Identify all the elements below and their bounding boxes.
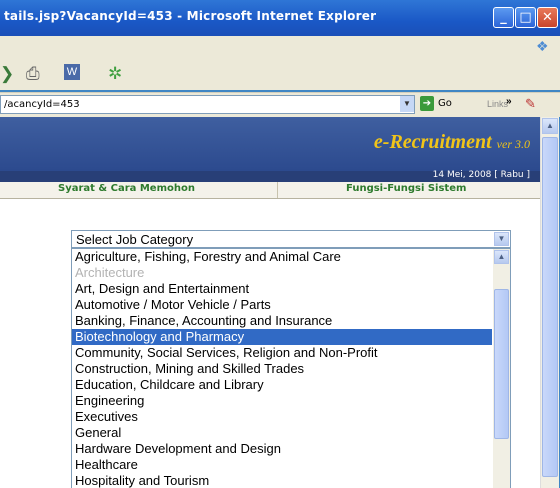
- scroll-up-icon[interactable]: ▲: [542, 118, 558, 134]
- job-category-select[interactable]: Select Job Category ▼: [71, 230, 511, 248]
- go-button[interactable]: Go: [438, 98, 452, 109]
- links-label[interactable]: Links: [487, 99, 508, 109]
- list-item[interactable]: Hardware Development and Design: [72, 441, 492, 457]
- site-title: e-Recruitment ver 3.0: [374, 131, 530, 154]
- list-item[interactable]: General: [72, 425, 492, 441]
- list-item[interactable]: Automotive / Motor Vehicle / Parts: [72, 297, 492, 313]
- maximize-button[interactable]: □: [515, 7, 536, 28]
- nav-syarat-link[interactable]: Syarat & Cara Memohon: [58, 183, 195, 194]
- links-more-icon[interactable]: »: [506, 96, 512, 107]
- page-content: e-Recruitment ver 3.0 14 Mei, 2008 [ Rab…: [0, 117, 540, 488]
- page-scroll-thumb[interactable]: [542, 137, 558, 477]
- list-item[interactable]: Banking, Finance, Accounting and Insuran…: [72, 313, 492, 329]
- close-button[interactable]: ✕: [537, 7, 558, 28]
- close-icon: ✕: [542, 10, 553, 25]
- list-scroll-thumb[interactable]: [494, 289, 509, 439]
- messenger-icon[interactable]: ✲: [108, 64, 122, 84]
- go-arrow-icon[interactable]: ➔: [420, 96, 434, 111]
- list-scrollbar[interactable]: ▲: [493, 249, 510, 488]
- print-icon[interactable]: ⎙: [26, 64, 40, 84]
- list-item: Architecture: [75, 265, 145, 280]
- nav-bar: Syarat & Cara Memohon Fungsi-Fungsi Sist…: [0, 182, 540, 199]
- window-title: tails.jsp?VacancyId=453 - Microsoft Inte…: [4, 9, 377, 23]
- list-item[interactable]: Healthcare: [72, 457, 492, 473]
- site-title-text: e-Recruitment: [373, 131, 492, 153]
- page-scrollbar[interactable]: ▲: [540, 117, 559, 488]
- list-item[interactable]: Executives: [72, 409, 492, 425]
- date-bar: 14 Mei, 2008 [ Rabu ]: [0, 170, 540, 182]
- toolbar-extra-icon[interactable]: ✎: [525, 96, 536, 112]
- minimize-button[interactable]: _: [493, 7, 514, 28]
- current-date: 14 Mei, 2008 [ Rabu ]: [432, 170, 530, 180]
- word-icon[interactable]: W: [64, 64, 80, 80]
- list-item-selected[interactable]: Biotechnology and Pharmacy: [72, 329, 492, 345]
- title-bar: tails.jsp?VacancyId=453 - Microsoft Inte…: [0, 0, 560, 36]
- nav-fungsi-link[interactable]: Fungsi-Fungsi Sistem: [346, 183, 466, 194]
- list-item[interactable]: Hospitality and Tourism: [72, 473, 492, 488]
- site-version: ver 3.0: [496, 137, 530, 151]
- url-dropdown-icon[interactable]: ▼: [400, 96, 414, 112]
- job-category-selected: Select Job Category: [76, 232, 194, 247]
- url-input[interactable]: /acancyId=453: [0, 95, 415, 114]
- job-category-list[interactable]: Agriculture, Fishing, Forestry and Anima…: [71, 248, 511, 488]
- browser-window: tails.jsp?VacancyId=453 - Microsoft Inte…: [0, 0, 560, 488]
- list-item[interactable]: Education, Childcare and Library: [72, 377, 492, 393]
- chevron-down-icon[interactable]: ▼: [494, 232, 509, 246]
- list-item[interactable]: Agriculture, Fishing, Forestry and Anima…: [72, 249, 492, 265]
- toolbar: ❖ ❯ ⎙ W ✲: [0, 36, 560, 90]
- site-banner: e-Recruitment ver 3.0: [0, 117, 540, 171]
- list-item[interactable]: Engineering: [72, 393, 492, 409]
- minimize-icon: _: [500, 10, 507, 25]
- list-item[interactable]: Construction, Mining and Skilled Trades: [72, 361, 492, 377]
- list-item[interactable]: Art, Design and Entertainment: [72, 281, 492, 297]
- address-bar: /acancyId=453 ▼ ➔ Go Links » ✎: [0, 92, 560, 117]
- maximize-icon: □: [519, 10, 532, 25]
- list-item[interactable]: Community, Social Services, Religion and…: [72, 345, 492, 361]
- windows-logo-icon: ❖: [536, 38, 549, 54]
- nav-divider: [277, 182, 278, 198]
- back-arrow-icon[interactable]: ❯: [0, 64, 14, 84]
- scroll-up-icon[interactable]: ▲: [494, 250, 509, 264]
